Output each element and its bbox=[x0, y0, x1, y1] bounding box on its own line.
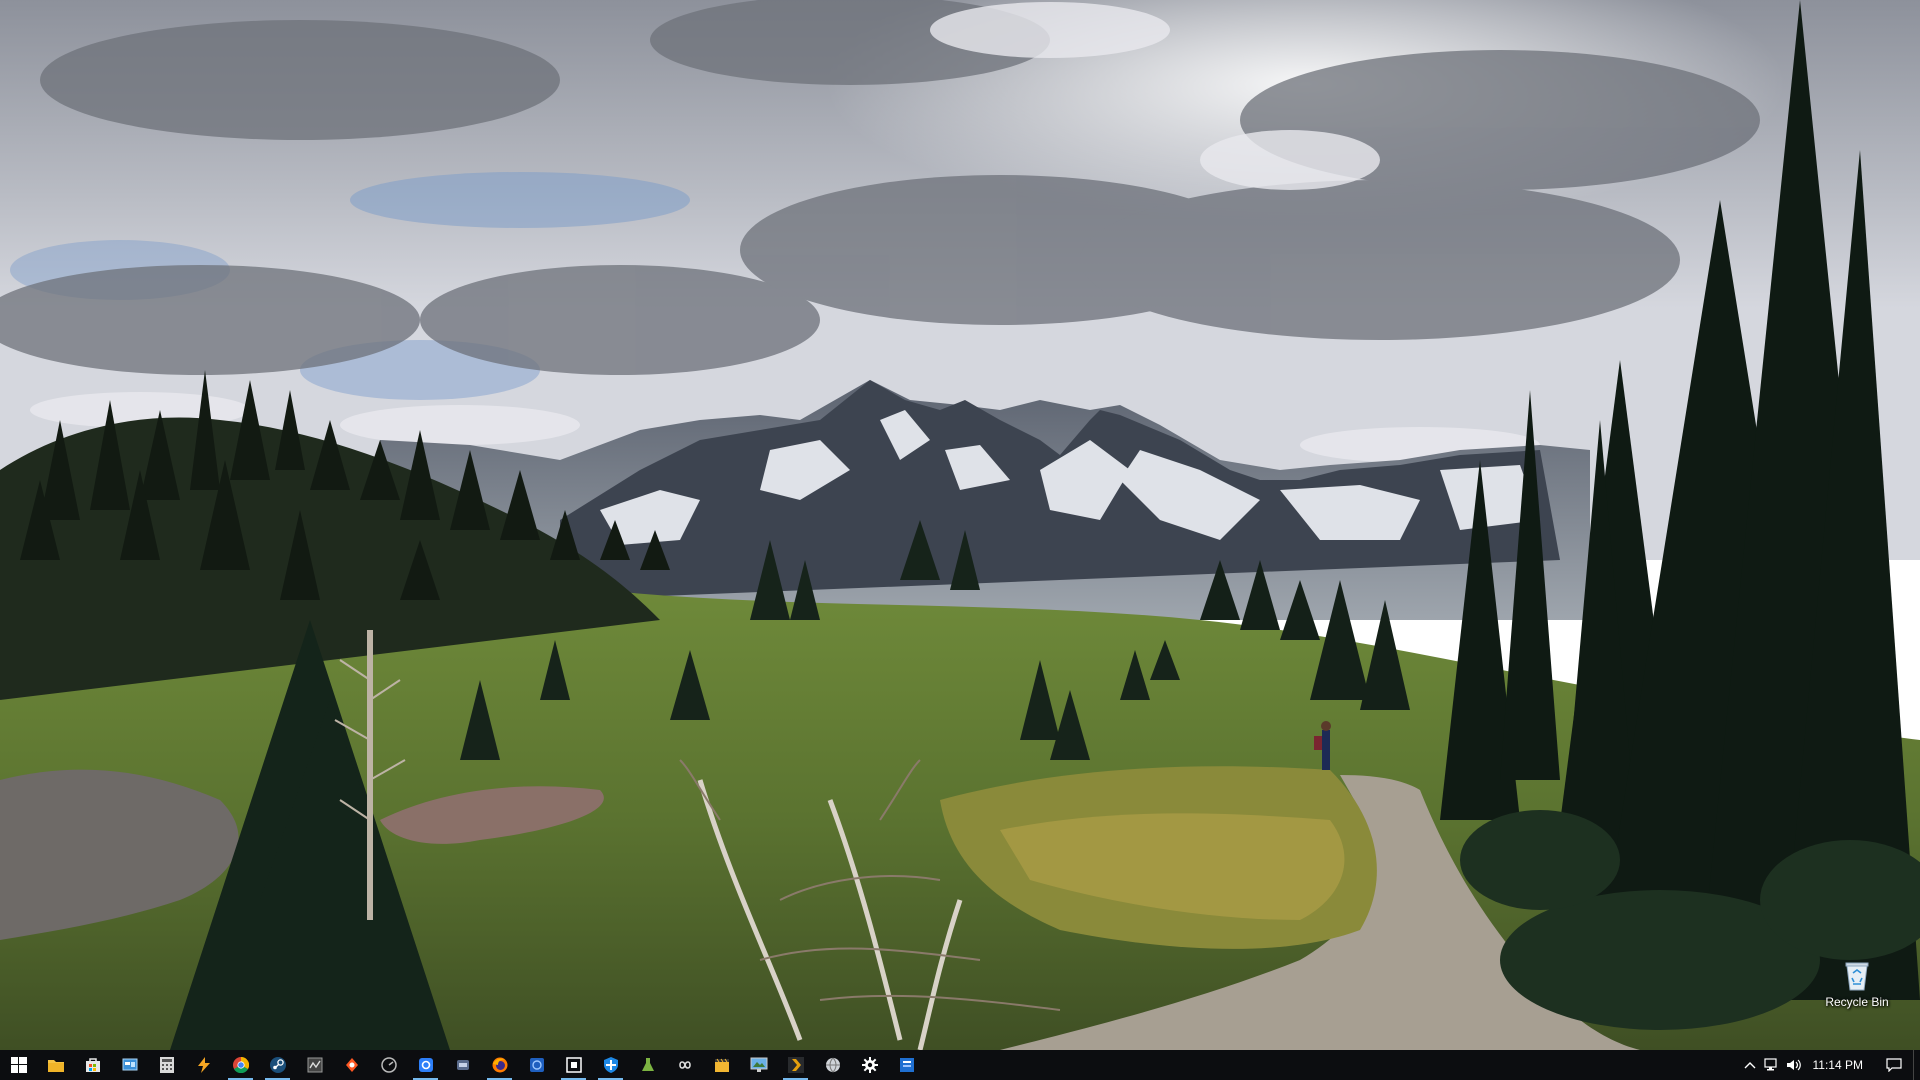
wave-icon bbox=[307, 1057, 322, 1073]
windows-logo-icon bbox=[10, 1057, 27, 1073]
flask-icon bbox=[641, 1058, 654, 1071]
file-explorer-button[interactable] bbox=[37, 1050, 74, 1080]
play-chevron-icon bbox=[787, 1057, 804, 1073]
app-button-19[interactable] bbox=[666, 1050, 703, 1080]
app-button-25[interactable] bbox=[888, 1050, 925, 1080]
app-button-23[interactable] bbox=[814, 1050, 851, 1080]
gear-icon bbox=[861, 1057, 878, 1073]
network-button[interactable] bbox=[1761, 1050, 1783, 1080]
desktop: Recycle Bin 11:14 PM bbox=[0, 0, 1920, 1080]
app-button-13[interactable] bbox=[444, 1050, 481, 1080]
chrome-button[interactable] bbox=[222, 1050, 259, 1080]
folder-icon bbox=[47, 1060, 64, 1072]
app-button-9[interactable] bbox=[296, 1050, 333, 1080]
speaker-icon bbox=[456, 1060, 469, 1070]
recycle-bin-label: Recycle Bin bbox=[1825, 995, 1889, 1009]
clapperboard-icon bbox=[714, 1058, 729, 1072]
recycle-bin-desktop-icon[interactable]: Recycle Bin bbox=[1816, 960, 1898, 1016]
lightning-icon bbox=[197, 1057, 210, 1073]
system-tray: 11:14 PM bbox=[1739, 1050, 1920, 1080]
control-panel-button[interactable] bbox=[111, 1050, 148, 1080]
taskbar-clock[interactable]: 11:14 PM bbox=[1805, 1058, 1875, 1072]
chevron-up-icon bbox=[1744, 1062, 1756, 1069]
plex-button[interactable] bbox=[777, 1050, 814, 1080]
network-icon bbox=[1763, 1058, 1777, 1071]
store-bag-icon bbox=[85, 1058, 100, 1072]
taskbar: 11:14 PM bbox=[0, 1050, 1920, 1080]
firefox-button[interactable] bbox=[481, 1050, 518, 1080]
show-hidden-icons-button[interactable] bbox=[1739, 1050, 1761, 1080]
square-target-icon bbox=[565, 1057, 582, 1073]
app-button-12[interactable] bbox=[407, 1050, 444, 1080]
wallpaper bbox=[0, 0, 1920, 1050]
app-button-16[interactable] bbox=[555, 1050, 592, 1080]
app-button-15[interactable] bbox=[518, 1050, 555, 1080]
calculator-icon bbox=[159, 1057, 174, 1073]
shield-icon bbox=[603, 1057, 618, 1073]
blue-square-icon bbox=[418, 1058, 433, 1072]
blue-app-icon bbox=[899, 1058, 914, 1072]
app-button-20[interactable] bbox=[703, 1050, 740, 1080]
app-button-21[interactable] bbox=[740, 1050, 777, 1080]
blue-circle-icon bbox=[529, 1058, 544, 1072]
app-button-18[interactable] bbox=[629, 1050, 666, 1080]
action-center-button[interactable] bbox=[1875, 1050, 1913, 1080]
volume-icon bbox=[1786, 1059, 1801, 1071]
app-button-11[interactable] bbox=[370, 1050, 407, 1080]
firefox-icon bbox=[492, 1057, 507, 1073]
defender-button[interactable] bbox=[592, 1050, 629, 1080]
orange-diamond-icon bbox=[345, 1058, 358, 1072]
gauge-icon bbox=[380, 1057, 397, 1073]
chrome-icon bbox=[232, 1057, 249, 1073]
steam-icon bbox=[269, 1057, 286, 1073]
action-center-icon bbox=[1886, 1058, 1902, 1072]
volume-button[interactable] bbox=[1783, 1050, 1805, 1080]
calculator-button[interactable] bbox=[148, 1050, 185, 1080]
app-button-10[interactable] bbox=[333, 1050, 370, 1080]
control-panel-icon bbox=[122, 1058, 137, 1071]
show-desktop-button[interactable] bbox=[1913, 1050, 1920, 1080]
winamp-button[interactable] bbox=[185, 1050, 222, 1080]
globe-icon bbox=[825, 1057, 840, 1073]
infinity-icon bbox=[678, 1061, 691, 1069]
recycle-bin-icon bbox=[1845, 962, 1869, 991]
steam-button[interactable] bbox=[259, 1050, 296, 1080]
settings-button[interactable] bbox=[851, 1050, 888, 1080]
monitor-icon bbox=[750, 1057, 767, 1072]
start-button[interactable] bbox=[0, 1050, 37, 1080]
store-button[interactable] bbox=[74, 1050, 111, 1080]
